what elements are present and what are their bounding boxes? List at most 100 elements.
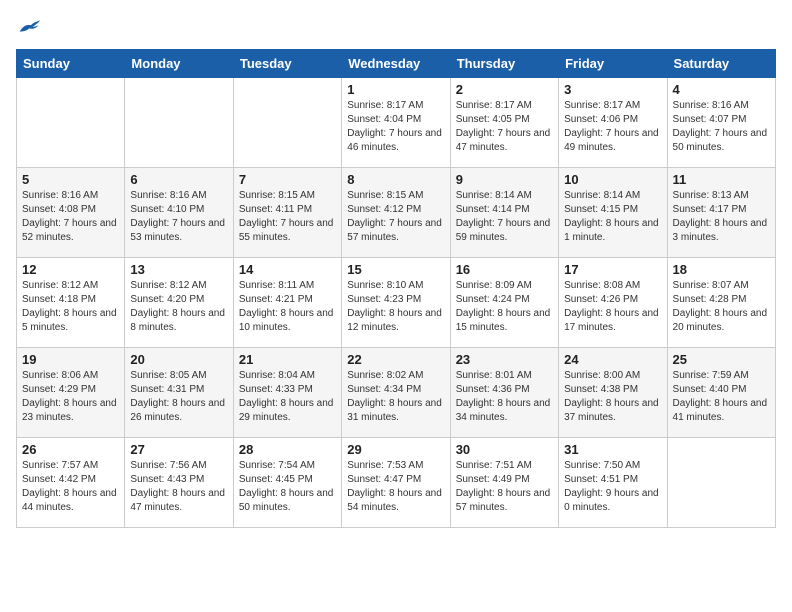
week-row-4: 19Sunrise: 8:06 AMSunset: 4:29 PMDayligh… <box>17 348 776 438</box>
day-info: Sunrise: 8:12 AMSunset: 4:20 PMDaylight:… <box>130 279 227 335</box>
calendar-cell: 6 Sunrise: 8:16 AMSunset: 4:10 PMDaylight… <box>125 168 233 258</box>
day-info: Sunrise: 8:14 AMSunset: 4:15 PMDaylight:… <box>564 189 661 245</box>
calendar-cell: 16 Sunrise: 8:09 AMSunset: 4:24 PMDayligh… <box>450 258 558 348</box>
day-info: Sunrise: 7:51 AMSunset: 4:49 PMDaylight:… <box>456 459 553 515</box>
day-info: Sunrise: 8:02 AMSunset: 4:34 PMDaylight:… <box>347 369 444 425</box>
day-number: 28 <box>239 442 336 457</box>
day-number: 4 <box>673 82 770 97</box>
day-number: 15 <box>347 262 444 277</box>
day-info: Sunrise: 7:56 AMSunset: 4:43 PMDaylight:… <box>130 459 227 515</box>
calendar-cell: 4 Sunrise: 8:16 AMSunset: 4:07 PMDaylight… <box>667 78 775 168</box>
day-info: Sunrise: 7:50 AMSunset: 4:51 PMDaylight:… <box>564 459 661 515</box>
day-number: 9 <box>456 172 553 187</box>
day-number: 16 <box>456 262 553 277</box>
day-info: Sunrise: 8:04 AMSunset: 4:33 PMDaylight:… <box>239 369 336 425</box>
day-info: Sunrise: 8:17 AMSunset: 4:04 PMDaylight:… <box>347 99 444 155</box>
calendar-cell: 27Sunrise: 7:56 AMSunset: 4:43 PMDayligh… <box>125 438 233 528</box>
day-number: 17 <box>564 262 661 277</box>
calendar-table: SundayMondayTuesdayWednesdayThursdayFrid… <box>16 49 776 528</box>
calendar-cell: 18 Sunrise: 8:07 AMSunset: 4:28 PMDayligh… <box>667 258 775 348</box>
day-info: Sunrise: 8:14 AMSunset: 4:14 PMDaylight:… <box>456 189 553 245</box>
day-number: 25 <box>673 352 770 367</box>
day-number: 22 <box>347 352 444 367</box>
weekday-header-saturday: Saturday <box>667 50 775 78</box>
calendar-cell: 25Sunrise: 7:59 AMSunset: 4:40 PMDayligh… <box>667 348 775 438</box>
calendar-cell: 11 Sunrise: 8:13 AMSunset: 4:17 PMDayligh… <box>667 168 775 258</box>
day-info: Sunrise: 7:54 AMSunset: 4:45 PMDaylight:… <box>239 459 336 515</box>
day-number: 26 <box>22 442 119 457</box>
calendar-cell: 17Sunrise: 8:08 AMSunset: 4:26 PMDayligh… <box>559 258 667 348</box>
calendar-cell: 10 Sunrise: 8:14 AMSunset: 4:15 PMDayligh… <box>559 168 667 258</box>
calendar-cell: 2Sunrise: 8:17 AMSunset: 4:05 PMDaylight… <box>450 78 558 168</box>
day-info: Sunrise: 8:15 AMSunset: 4:11 PMDaylight:… <box>239 189 336 245</box>
calendar-cell: 30 Sunrise: 7:51 AMSunset: 4:49 PMDayligh… <box>450 438 558 528</box>
calendar-cell: 8 Sunrise: 8:15 AMSunset: 4:12 PMDaylight… <box>342 168 450 258</box>
calendar-cell: 13 Sunrise: 8:12 AMSunset: 4:20 PMDayligh… <box>125 258 233 348</box>
week-row-5: 26Sunrise: 7:57 AMSunset: 4:42 PMDayligh… <box>17 438 776 528</box>
week-row-1: 1 Sunrise: 8:17 AMSunset: 4:04 PMDaylight… <box>17 78 776 168</box>
day-number: 2 <box>456 82 553 97</box>
day-info: Sunrise: 8:11 AMSunset: 4:21 PMDaylight:… <box>239 279 336 335</box>
day-number: 3 <box>564 82 661 97</box>
calendar-cell: 7 Sunrise: 8:15 AMSunset: 4:11 PMDaylight… <box>233 168 341 258</box>
weekday-header-sunday: Sunday <box>17 50 125 78</box>
day-info: Sunrise: 8:07 AMSunset: 4:28 PMDaylight:… <box>673 279 770 335</box>
calendar-cell: 22 Sunrise: 8:02 AMSunset: 4:34 PMDayligh… <box>342 348 450 438</box>
day-number: 8 <box>347 172 444 187</box>
day-number: 21 <box>239 352 336 367</box>
page-header <box>16 16 776 41</box>
calendar-cell: 5 Sunrise: 8:16 AMSunset: 4:08 PMDaylight… <box>17 168 125 258</box>
calendar-cell: 20 Sunrise: 8:05 AMSunset: 4:31 PMDayligh… <box>125 348 233 438</box>
day-number: 13 <box>130 262 227 277</box>
weekday-header-friday: Friday <box>559 50 667 78</box>
calendar-cell: 1 Sunrise: 8:17 AMSunset: 4:04 PMDaylight… <box>342 78 450 168</box>
day-number: 10 <box>564 172 661 187</box>
calendar-header-row: SundayMondayTuesdayWednesdayThursdayFrid… <box>17 50 776 78</box>
day-info: Sunrise: 8:06 AMSunset: 4:29 PMDaylight:… <box>22 369 119 425</box>
calendar-cell: 23 Sunrise: 8:01 AMSunset: 4:36 PMDayligh… <box>450 348 558 438</box>
day-info: Sunrise: 8:10 AMSunset: 4:23 PMDaylight:… <box>347 279 444 335</box>
day-info: Sunrise: 8:12 AMSunset: 4:18 PMDaylight:… <box>22 279 119 335</box>
day-number: 5 <box>22 172 119 187</box>
calendar-cell: 31 Sunrise: 7:50 AMSunset: 4:51 PMDayligh… <box>559 438 667 528</box>
day-info: Sunrise: 8:17 AMSunset: 4:06 PMDaylight:… <box>564 99 661 155</box>
calendar-cell <box>125 78 233 168</box>
calendar-cell <box>17 78 125 168</box>
weekday-header-tuesday: Tuesday <box>233 50 341 78</box>
week-row-2: 5 Sunrise: 8:16 AMSunset: 4:08 PMDaylight… <box>17 168 776 258</box>
calendar-cell: 15 Sunrise: 8:10 AMSunset: 4:23 PMDayligh… <box>342 258 450 348</box>
weekday-header-thursday: Thursday <box>450 50 558 78</box>
calendar-cell <box>667 438 775 528</box>
day-number: 31 <box>564 442 661 457</box>
day-number: 11 <box>673 172 770 187</box>
day-info: Sunrise: 8:15 AMSunset: 4:12 PMDaylight:… <box>347 189 444 245</box>
day-info: Sunrise: 8:00 AMSunset: 4:38 PMDaylight:… <box>564 369 661 425</box>
calendar-cell: 9 Sunrise: 8:14 AMSunset: 4:14 PMDaylight… <box>450 168 558 258</box>
day-number: 23 <box>456 352 553 367</box>
day-info: Sunrise: 8:01 AMSunset: 4:36 PMDaylight:… <box>456 369 553 425</box>
logo <box>16 16 42 41</box>
day-info: Sunrise: 8:16 AMSunset: 4:07 PMDaylight:… <box>673 99 770 155</box>
calendar-cell: 3 Sunrise: 8:17 AMSunset: 4:06 PMDaylight… <box>559 78 667 168</box>
day-number: 29 <box>347 442 444 457</box>
calendar-cell <box>233 78 341 168</box>
day-number: 24 <box>564 352 661 367</box>
day-info: Sunrise: 8:13 AMSunset: 4:17 PMDaylight:… <box>673 189 770 245</box>
day-number: 30 <box>456 442 553 457</box>
day-info: Sunrise: 8:16 AMSunset: 4:10 PMDaylight:… <box>130 189 227 245</box>
day-number: 1 <box>347 82 444 97</box>
calendar-cell: 12Sunrise: 8:12 AMSunset: 4:18 PMDayligh… <box>17 258 125 348</box>
week-row-3: 12Sunrise: 8:12 AMSunset: 4:18 PMDayligh… <box>17 258 776 348</box>
day-info: Sunrise: 7:53 AMSunset: 4:47 PMDaylight:… <box>347 459 444 515</box>
day-number: 6 <box>130 172 227 187</box>
day-number: 18 <box>673 262 770 277</box>
day-number: 20 <box>130 352 227 367</box>
calendar-cell: 19Sunrise: 8:06 AMSunset: 4:29 PMDayligh… <box>17 348 125 438</box>
calendar-cell: 21 Sunrise: 8:04 AMSunset: 4:33 PMDayligh… <box>233 348 341 438</box>
day-info: Sunrise: 8:09 AMSunset: 4:24 PMDaylight:… <box>456 279 553 335</box>
logo-bird-icon <box>18 16 42 36</box>
calendar-cell: 26Sunrise: 7:57 AMSunset: 4:42 PMDayligh… <box>17 438 125 528</box>
day-number: 7 <box>239 172 336 187</box>
day-info: Sunrise: 8:05 AMSunset: 4:31 PMDaylight:… <box>130 369 227 425</box>
day-info: Sunrise: 8:16 AMSunset: 4:08 PMDaylight:… <box>22 189 119 245</box>
